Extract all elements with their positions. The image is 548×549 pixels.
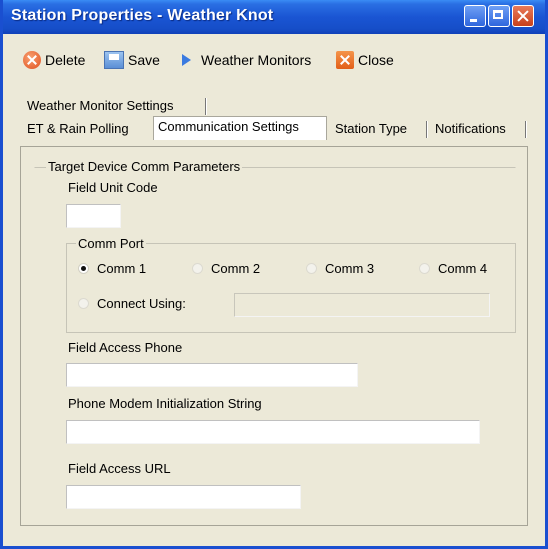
field-unit-code-label: Field Unit Code — [68, 180, 158, 195]
close-label: Close — [358, 52, 394, 68]
save-label: Save — [128, 52, 160, 68]
modem-init-label: Phone Modem Initialization String — [68, 396, 262, 411]
delete-label: Delete — [45, 52, 86, 68]
modem-init-input[interactable] — [66, 420, 480, 444]
play-arrow-icon — [182, 54, 191, 66]
tab-communication-settings[interactable]: Communication Settings — [153, 116, 327, 140]
weather-monitors-label: Weather Monitors — [201, 52, 312, 68]
radio-selected-icon — [78, 263, 89, 274]
connect-using-select[interactable] — [234, 293, 490, 317]
radio-label: Comm 4 — [438, 261, 488, 276]
properties-window: Station Properties - Weather Knot Delete… — [0, 0, 548, 549]
tab-label: ET & Rain Polling — [27, 121, 129, 136]
tab-weather-monitor-settings[interactable]: Weather Monitor Settings — [23, 96, 206, 116]
radio-label: Comm 3 — [325, 261, 375, 276]
toolbar: Delete Save Weather Monitors Close — [3, 48, 545, 72]
radio-icon — [306, 263, 317, 274]
radio-label: Comm 2 — [211, 261, 261, 276]
communication-settings-panel: Target Device Comm Parameters Field Unit… — [20, 146, 528, 526]
close-icon — [336, 51, 354, 69]
field-access-phone-input[interactable] — [66, 363, 358, 387]
maximize-button[interactable] — [488, 5, 510, 27]
window-close-button[interactable] — [512, 5, 534, 27]
radio-label: Comm 1 — [97, 261, 147, 276]
radio-icon — [192, 263, 203, 274]
tab-station-type[interactable]: Station Type — [331, 119, 427, 139]
save-button[interactable]: Save — [104, 48, 160, 72]
radio-icon — [78, 298, 89, 309]
field-access-url-input[interactable] — [66, 485, 301, 509]
tab-label: Communication Settings — [158, 119, 299, 134]
radio-icon — [419, 263, 430, 274]
close-button[interactable]: Close — [336, 48, 394, 72]
window-title: Station Properties - Weather Knot — [11, 7, 274, 24]
comm-port-group-title: Comm Port — [76, 236, 146, 251]
tab-label: Weather Monitor Settings — [27, 98, 174, 113]
comm1-radio[interactable]: Comm 1 — [78, 261, 146, 276]
field-access-phone-label: Field Access Phone — [68, 340, 183, 355]
target-device-group-title: Target Device Comm Parameters — [46, 159, 243, 174]
comm4-radio[interactable]: Comm 4 — [419, 261, 487, 276]
title-bar[interactable]: Station Properties - Weather Knot — [3, 0, 545, 34]
delete-icon — [23, 51, 41, 69]
tab-et-rain-polling[interactable]: ET & Rain Polling — [23, 119, 154, 139]
minimize-button[interactable] — [464, 5, 486, 27]
comm2-radio[interactable]: Comm 2 — [192, 261, 260, 276]
connect-using-radio[interactable]: Connect Using: — [78, 296, 186, 311]
field-access-url-label: Field Access URL — [68, 461, 171, 476]
radio-label: Connect Using: — [97, 296, 186, 311]
save-icon — [104, 51, 124, 69]
weather-monitors-button[interactable]: Weather Monitors — [180, 48, 311, 72]
tab-label: Notifications — [435, 121, 506, 136]
delete-button[interactable]: Delete — [23, 48, 85, 72]
tab-notifications[interactable]: Notifications — [431, 119, 526, 139]
comm3-radio[interactable]: Comm 3 — [306, 261, 374, 276]
comm-port-group — [66, 243, 516, 333]
field-unit-code-input[interactable] — [66, 204, 121, 228]
tab-label: Station Type — [335, 121, 408, 136]
